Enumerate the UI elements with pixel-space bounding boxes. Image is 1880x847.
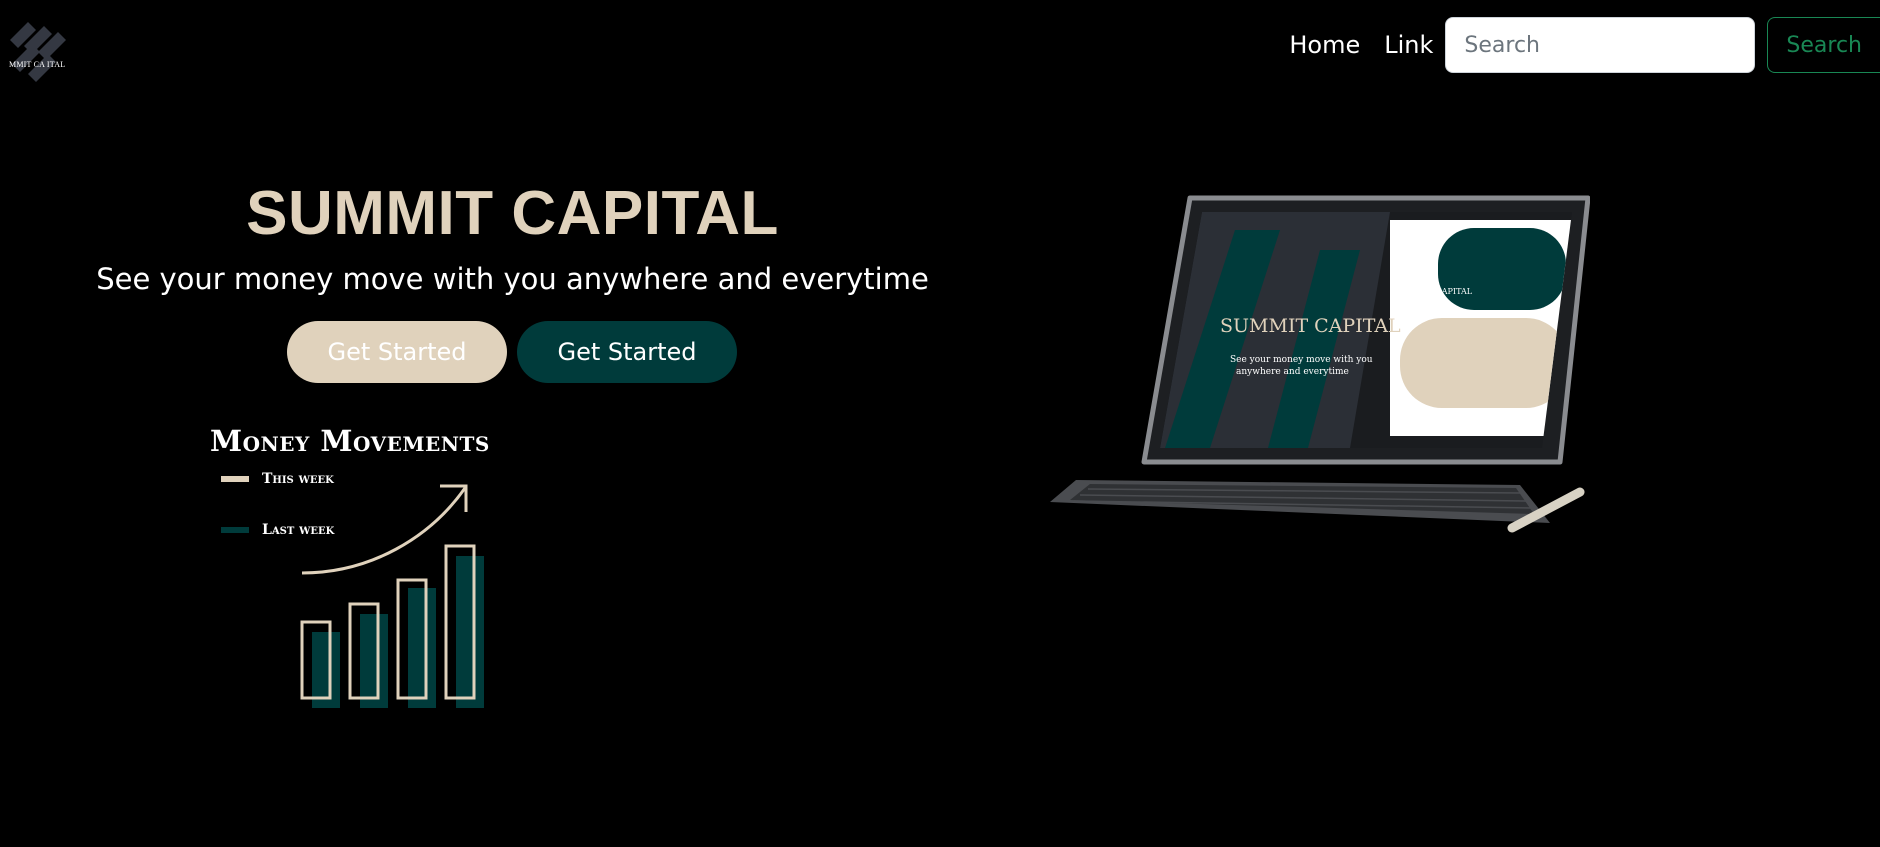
tablet-logo-text: SUMMIT CAPITAL — [1396, 287, 1473, 296]
bar-last-week-4 — [456, 556, 484, 708]
tablet-keyboard-illustration: SUMMIT CAPITAL See your money move with … — [1050, 195, 1590, 533]
hero-title: SUMMIT CAPITAL — [246, 179, 779, 248]
get-started-primary-button[interactable]: Get Started — [287, 321, 507, 383]
trend-arrow-icon — [301, 487, 467, 575]
logo-text: MMIT CA ITAL — [9, 60, 66, 69]
brand-logo[interactable]: MMIT CA ITAL — [2, 16, 74, 86]
money-movements-title: Money Movements — [210, 424, 490, 458]
tablet-subtitle-1: See your money move with you — [1230, 355, 1373, 365]
top-navbar: Home Link Search — [1289, 17, 1880, 73]
legend-swatch-this-week — [221, 476, 249, 482]
tablet-subtitle-2: anywhere and everytime — [1236, 367, 1349, 377]
bar-last-week-2 — [360, 614, 388, 708]
legend-swatch-last-week — [221, 527, 249, 533]
growth-chart-graphic — [300, 484, 484, 708]
get-started-secondary-button[interactable]: Get Started — [517, 321, 737, 383]
hero-buttons: Get Started Get Started — [287, 321, 737, 383]
nav-link-link[interactable]: Link — [1384, 31, 1433, 59]
logo-mark-icon — [10, 22, 66, 82]
search-input[interactable] — [1445, 17, 1756, 73]
nav-home-link[interactable]: Home — [1289, 31, 1360, 59]
tablet-title: SUMMIT CAPITAL — [1220, 315, 1401, 337]
bar-last-week-3 — [408, 588, 436, 708]
search-button[interactable]: Search — [1767, 17, 1880, 73]
hero-subtitle: See your money move with you anywhere an… — [96, 262, 929, 296]
